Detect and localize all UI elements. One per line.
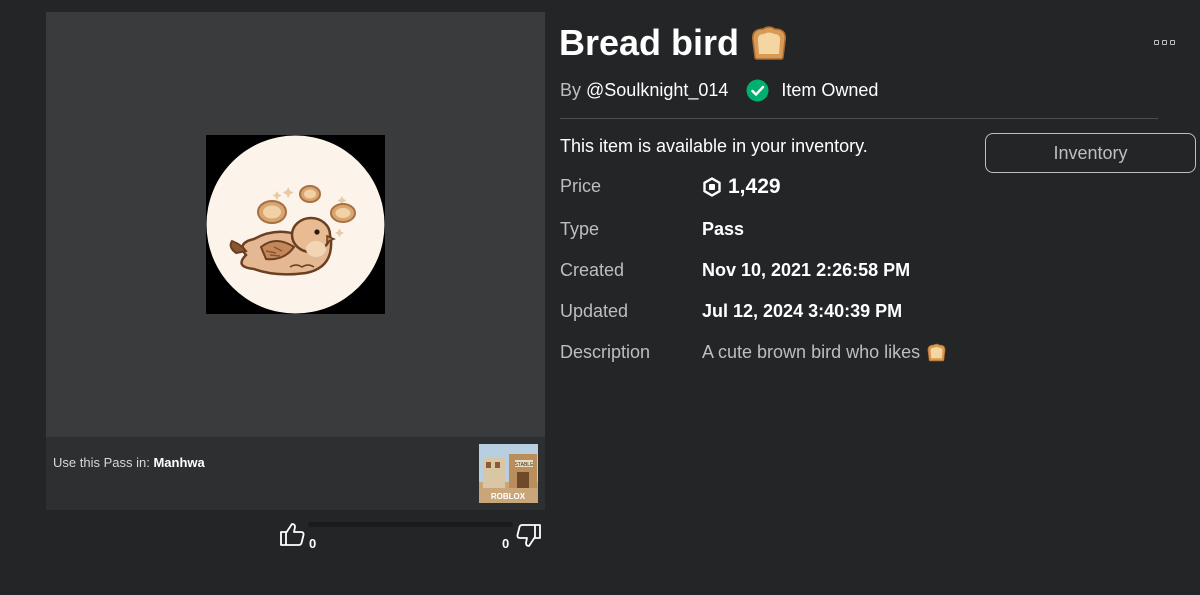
thumbs-up-icon[interactable] <box>278 520 306 548</box>
price-amount: 1,429 <box>728 175 781 198</box>
inventory-button[interactable]: Inventory <box>985 133 1196 173</box>
type-label: Type <box>560 219 600 239</box>
bread-emoji <box>752 26 787 60</box>
creator-link[interactable]: @Soulknight_014 <box>586 80 728 101</box>
robux-icon <box>703 177 721 197</box>
vote-ratio-bar <box>308 522 513 527</box>
bread-bird-image <box>206 135 385 314</box>
bread-emoji <box>927 343 946 362</box>
usage-prefix: Use this Pass in: <box>53 455 150 470</box>
item-title: Bread bird <box>559 22 789 64</box>
by-label: By <box>560 80 582 100</box>
created-label: Created <box>560 260 625 280</box>
upvote-count: 0 <box>309 536 317 551</box>
svg-text:ROBLOX: ROBLOX <box>491 492 526 501</box>
description-value: A cute brown bird who likes <box>702 342 947 363</box>
game-thumbnail[interactable]: STABLE ROBLOX <box>479 444 538 503</box>
thumbnail-area <box>46 12 545 437</box>
vote-area: 0 0 <box>278 520 544 554</box>
downvote-count: 0 <box>502 536 510 551</box>
usage-bar: Use this Pass in: Manhwa STABLE ROBLOX <box>46 437 545 510</box>
item-thumbnail <box>206 135 385 314</box>
check-circle-icon <box>746 79 769 102</box>
more-options-icon[interactable] <box>1154 36 1178 48</box>
game-thumbnail-image: STABLE ROBLOX <box>479 444 538 503</box>
owned-label: Item Owned <box>781 80 879 100</box>
price-value: 1,429 <box>702 175 781 199</box>
updated-value: Jul 12, 2024 3:40:39 PM <box>702 301 903 321</box>
description-text: A cute brown bird who likes <box>702 342 921 362</box>
byline: By @Soulknight_014 Item Owned <box>560 79 878 102</box>
thumbs-down-icon[interactable] <box>515 522 543 550</box>
item-title-text: Bread bird <box>559 22 740 63</box>
availability-text: This item is available in your inventory… <box>560 136 868 156</box>
usage-text: Use this Pass in: Manhwa <box>53 455 205 470</box>
created-value: Nov 10, 2021 2:26:58 PM <box>702 260 911 280</box>
svg-text:STABLE: STABLE <box>515 462 534 468</box>
item-thumbnail-panel: Use this Pass in: Manhwa STABLE ROBLOX <box>46 12 545 510</box>
type-value: Pass <box>702 219 745 239</box>
game-link[interactable]: Manhwa <box>153 455 204 470</box>
description-label: Description <box>560 342 651 362</box>
divider <box>560 118 1158 119</box>
price-label: Price <box>560 176 602 196</box>
updated-label: Updated <box>560 301 629 321</box>
